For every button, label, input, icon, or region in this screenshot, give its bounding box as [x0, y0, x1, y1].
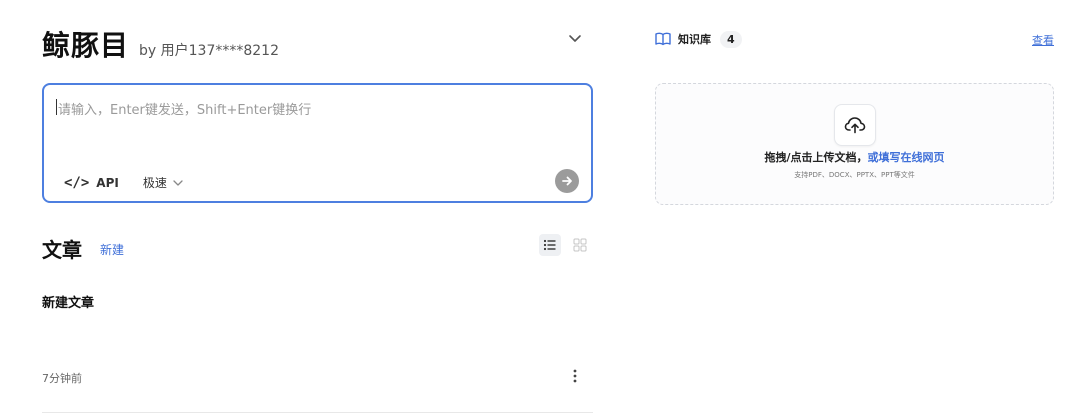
upload-button[interactable] [834, 104, 876, 146]
list-view-icon [543, 239, 556, 251]
chevron-down-icon [173, 179, 183, 186]
upload-instructions: 拖拽/点击上传文档，或填写在线网页 [656, 149, 1053, 165]
knowledge-base-label: 知识库 [678, 33, 711, 46]
author-byline: by 用户137****8212 [139, 43, 279, 59]
arrow-right-icon [562, 176, 572, 186]
speed-mode-dropdown[interactable]: 极速 [143, 174, 184, 191]
chat-input-box: </> API 极速 [42, 83, 593, 203]
supported-formats-hint: 支持PDF、DOCX、PPTX、PPT等文件 [794, 171, 915, 179]
knowledge-base-count-badge: 4 [720, 30, 742, 48]
title-row: 鲸豚目 by 用户137****8212 [42, 24, 593, 62]
speed-label: 极速 [142, 176, 167, 190]
input-toolbar: </> API 极速 [64, 174, 184, 191]
chevron-down-icon[interactable] [567, 30, 583, 46]
online-webpage-link[interactable]: 或填写在线网页 [868, 151, 945, 164]
api-button[interactable]: </> API [64, 175, 119, 191]
book-icon [655, 32, 671, 46]
api-code-icon: </> [64, 174, 90, 191]
view-knowledge-base-link[interactable]: 查看 [1032, 32, 1054, 48]
article-title: 新建文章 [42, 296, 95, 311]
api-label: API [96, 175, 119, 190]
page-title: 鲸豚目 [42, 29, 130, 62]
new-article-button[interactable]: 新建 [100, 241, 124, 258]
article-card[interactable]: 新建文章 7分钟前 [42, 292, 593, 413]
list-view-button[interactable] [539, 234, 561, 256]
article-timestamp: 7分钟前 [42, 372, 82, 385]
more-vertical-icon[interactable] [571, 368, 579, 384]
upload-dropzone[interactable]: 拖拽/点击上传文档，或填写在线网页 支持PDF、DOCX、PPTX、PPT等文件 [655, 83, 1054, 205]
send-button[interactable] [555, 169, 579, 193]
knowledge-base-header: 知识库 4 查看 [655, 29, 1054, 49]
upload-text: 拖拽/点击上传文档， [764, 151, 868, 164]
upload-cloud-icon [844, 117, 866, 134]
chat-input[interactable] [56, 97, 580, 147]
grid-view-button[interactable] [569, 234, 591, 256]
articles-header: 文章 新建 [42, 234, 593, 262]
grid-view-icon [573, 238, 587, 252]
articles-title: 文章 [42, 238, 82, 262]
